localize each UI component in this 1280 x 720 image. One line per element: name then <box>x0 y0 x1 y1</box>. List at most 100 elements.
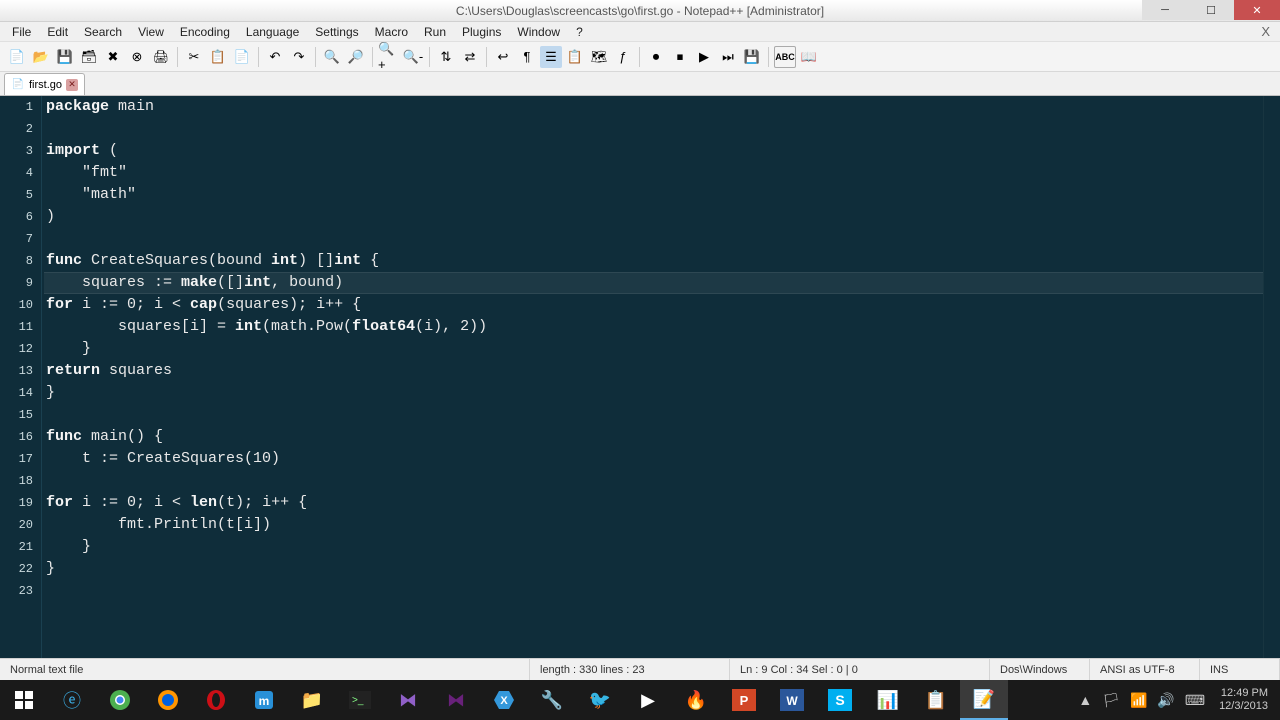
show-all-chars-icon[interactable]: ¶ <box>516 46 538 68</box>
print-icon[interactable]: 🖨 <box>150 46 172 68</box>
code-line[interactable]: "fmt" <box>44 162 1263 184</box>
sync-v-icon[interactable]: ⇅ <box>435 46 457 68</box>
file-tab-first-go[interactable]: 📄 first.go ✕ <box>4 73 85 95</box>
cut-icon[interactable]: ✂ <box>183 46 205 68</box>
close-all-icon[interactable]: ⊗ <box>126 46 148 68</box>
spellcheck-icon[interactable]: ABC <box>774 46 796 68</box>
tray-up-icon[interactable]: ▲ <box>1078 692 1092 708</box>
zoom-out-icon[interactable]: 🔍- <box>402 46 424 68</box>
tray-volume-icon[interactable]: 🔊 <box>1157 692 1174 709</box>
taskbar-firefox-icon[interactable] <box>144 680 192 720</box>
doc-map-icon[interactable]: 🗺 <box>588 46 610 68</box>
taskbar-chrome-icon[interactable] <box>96 680 144 720</box>
code-line[interactable]: fmt.Println(t[i]) <box>44 514 1263 536</box>
sync-h-icon[interactable]: ⇄ <box>459 46 481 68</box>
taskbar-maxthon-icon[interactable]: m <box>240 680 288 720</box>
code-line[interactable]: } <box>44 382 1263 404</box>
code-line[interactable] <box>44 404 1263 426</box>
menu-window[interactable]: Window <box>509 23 568 41</box>
code-line[interactable]: squares[i] = int(math.Pow(float64(i), 2)… <box>44 316 1263 338</box>
taskbar-twitter-icon[interactable]: 🐦 <box>576 680 624 720</box>
code-line[interactable]: t := CreateSquares(10) <box>44 448 1263 470</box>
record-macro-icon[interactable]: ⏺ <box>645 46 667 68</box>
save-all-icon[interactable]: 🗃 <box>78 46 100 68</box>
code-line[interactable]: package main <box>44 96 1263 118</box>
indent-guide-icon[interactable]: ☰ <box>540 46 562 68</box>
close-button[interactable]: ✕ <box>1234 0 1280 20</box>
code-line[interactable] <box>44 118 1263 140</box>
taskbar-media-icon[interactable]: ▶ <box>624 680 672 720</box>
paste-icon[interactable]: 📄 <box>231 46 253 68</box>
code-line[interactable] <box>44 470 1263 492</box>
tray-flag-icon[interactable]: 🏳 <box>1102 692 1120 709</box>
code-line[interactable]: import ( <box>44 140 1263 162</box>
code-line[interactable] <box>44 580 1263 602</box>
vertical-scrollbar[interactable] <box>1263 96 1280 658</box>
code-line[interactable]: func main() { <box>44 426 1263 448</box>
menu-run[interactable]: Run <box>416 23 454 41</box>
taskbar-opera-icon[interactable] <box>192 680 240 720</box>
code-line[interactable] <box>44 228 1263 250</box>
menu-encoding[interactable]: Encoding <box>172 23 238 41</box>
replace-icon[interactable]: 🔎 <box>345 46 367 68</box>
taskbar-app2-icon[interactable]: 📋 <box>912 680 960 720</box>
spellcheck-next-icon[interactable]: 📖 <box>798 46 820 68</box>
start-button[interactable] <box>0 680 48 720</box>
taskbar-vs2-icon[interactable]: ⧓ <box>432 680 480 720</box>
tray-network-icon[interactable]: 📶 <box>1130 692 1147 709</box>
code-line[interactable]: } <box>44 536 1263 558</box>
taskbar-skype-icon[interactable]: S <box>816 680 864 720</box>
code-line[interactable]: "math" <box>44 184 1263 206</box>
taskbar-vs-icon[interactable]: ⧓ <box>384 680 432 720</box>
taskbar-clock[interactable]: 12:49 PM 12/3/2013 <box>1215 687 1272 713</box>
taskbar-word-icon[interactable]: W <box>768 680 816 720</box>
find-icon[interactable]: 🔍 <box>321 46 343 68</box>
taskbar-app1-icon[interactable]: 📊 <box>864 680 912 720</box>
menu-plugins[interactable]: Plugins <box>454 23 509 41</box>
menu-macro[interactable]: Macro <box>367 23 416 41</box>
taskbar-tools-icon[interactable]: 🔧 <box>528 680 576 720</box>
code-line[interactable]: squares := make([]int, bound) <box>44 272 1263 294</box>
taskbar-powerpoint-icon[interactable]: P <box>720 680 768 720</box>
code-line[interactable]: } <box>44 338 1263 360</box>
taskbar-explorer-icon[interactable]: 📁 <box>288 680 336 720</box>
taskbar-cmd-icon[interactable]: >_ <box>336 680 384 720</box>
menu-help[interactable]: ? <box>568 23 591 41</box>
document-close-icon[interactable]: X <box>1261 24 1270 39</box>
menu-settings[interactable]: Settings <box>307 23 366 41</box>
menu-search[interactable]: Search <box>76 23 130 41</box>
word-wrap-icon[interactable]: ↩ <box>492 46 514 68</box>
save-icon[interactable]: 💾 <box>54 46 76 68</box>
play-macro-icon[interactable]: ▶ <box>693 46 715 68</box>
new-file-icon[interactable]: 📄 <box>6 46 28 68</box>
user-lang-icon[interactable]: 📋 <box>564 46 586 68</box>
code-line[interactable]: } <box>44 558 1263 580</box>
redo-icon[interactable]: ↷ <box>288 46 310 68</box>
code-content[interactable]: package main import ( "fmt" "math") func… <box>42 96 1263 658</box>
undo-icon[interactable]: ↶ <box>264 46 286 68</box>
code-line[interactable]: for i := 0; i < cap(squares); i++ { <box>44 294 1263 316</box>
zoom-in-icon[interactable]: 🔍+ <box>378 46 400 68</box>
code-line[interactable]: return squares <box>44 360 1263 382</box>
menu-file[interactable]: File <box>4 23 39 41</box>
stop-macro-icon[interactable]: ⏹ <box>669 46 691 68</box>
menu-view[interactable]: View <box>130 23 172 41</box>
taskbar-xamarin-icon[interactable]: X <box>480 680 528 720</box>
menu-language[interactable]: Language <box>238 23 307 41</box>
copy-icon[interactable]: 📋 <box>207 46 229 68</box>
taskbar-flame-icon[interactable]: 🔥 <box>672 680 720 720</box>
play-multi-icon[interactable]: ⏭ <box>717 46 739 68</box>
menu-edit[interactable]: Edit <box>39 23 76 41</box>
code-line[interactable]: for i := 0; i < len(t); i++ { <box>44 492 1263 514</box>
code-line[interactable]: func CreateSquares(bound int) []int { <box>44 250 1263 272</box>
taskbar-ie-icon[interactable]: ⓔ <box>48 680 96 720</box>
minimize-button[interactable]: ─ <box>1142 0 1188 20</box>
tray-keyboard-icon[interactable]: ⌨ <box>1185 692 1205 709</box>
open-file-icon[interactable]: 📂 <box>30 46 52 68</box>
save-macro-icon[interactable]: 💾 <box>741 46 763 68</box>
taskbar-notepadpp-icon[interactable]: 📝 <box>960 680 1008 720</box>
tab-close-icon[interactable]: ✕ <box>66 79 78 91</box>
code-line[interactable]: ) <box>44 206 1263 228</box>
close-file-icon[interactable]: ✖ <box>102 46 124 68</box>
maximize-button[interactable]: ☐ <box>1188 0 1234 20</box>
